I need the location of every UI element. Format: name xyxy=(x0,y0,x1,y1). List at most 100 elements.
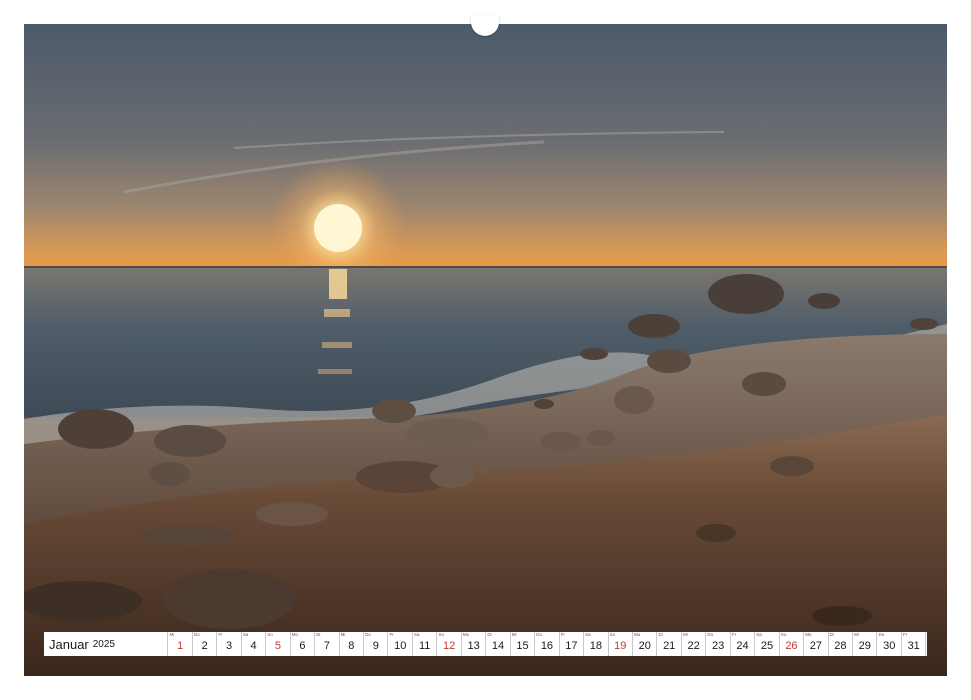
rock xyxy=(614,386,654,414)
rock xyxy=(163,569,295,629)
day-cell: So 19 xyxy=(609,632,633,656)
weekday-label: Mo xyxy=(291,632,299,637)
day-cell: Fr 10 xyxy=(389,632,413,656)
day-number: 31 xyxy=(907,640,920,652)
day-cell: Mi 15 xyxy=(511,632,536,656)
day-number: 14 xyxy=(491,640,505,652)
weekday-label: Di xyxy=(658,632,663,637)
day-number: 8 xyxy=(348,640,355,652)
rock xyxy=(141,526,237,546)
weekday-label: Mi xyxy=(854,632,859,637)
day-cell: Do 23 xyxy=(706,632,731,656)
day-number: 1 xyxy=(177,640,184,652)
day-cell: Di 14 xyxy=(486,632,511,656)
day-cell: Fr 17 xyxy=(560,632,585,656)
weekday-label: Mi xyxy=(340,632,346,637)
day-cell: Sa 25 xyxy=(755,632,780,656)
calendar-strip: Januar 2025 Mi 1 Do 2 Fr 3 Sa 4 So 5 Mo 6 Di 7 Mi 8 Do 9 F… xyxy=(44,632,927,656)
day-number: 16 xyxy=(540,640,554,652)
rock xyxy=(405,418,489,450)
weekday-label: So xyxy=(780,632,787,637)
day-cell: Di 28 xyxy=(829,632,854,656)
sun-reflection xyxy=(324,309,350,317)
rock xyxy=(742,372,786,396)
day-number: 20 xyxy=(638,640,651,652)
weekday-label: Do xyxy=(707,632,714,637)
day-cell: Mo 13 xyxy=(462,632,487,656)
weekday-label: Do xyxy=(878,632,885,637)
day-cell: Fr 31 xyxy=(902,632,927,656)
day-number: 23 xyxy=(711,640,725,652)
rock xyxy=(587,430,615,446)
rock xyxy=(541,432,581,452)
day-cell: Do 9 xyxy=(364,632,389,656)
weekday-label: So xyxy=(267,632,273,637)
sun-reflection xyxy=(329,269,347,299)
weekday-label: Sa xyxy=(756,632,762,637)
month-label: Januar 2025 xyxy=(44,632,168,656)
day-number: 12 xyxy=(443,640,456,652)
day-number: 4 xyxy=(250,640,257,652)
day-cell: Sa 11 xyxy=(413,632,438,656)
day-cell: Sa 4 xyxy=(242,632,267,656)
rock xyxy=(430,464,474,488)
rock xyxy=(647,349,691,373)
sun-reflection xyxy=(322,342,352,348)
day-cell: So 26 xyxy=(780,632,805,656)
sun-reflection xyxy=(318,369,352,374)
day-number: 19 xyxy=(614,640,627,652)
day-number: 5 xyxy=(274,640,282,652)
day-cell: Mo 6 xyxy=(291,632,316,656)
weekday-label: Mo xyxy=(462,632,470,637)
month-name: Januar xyxy=(49,636,89,652)
day-number: 22 xyxy=(687,640,700,652)
weekday-label: Sa xyxy=(242,632,249,637)
weekday-label: Fr xyxy=(903,632,908,637)
day-cell: Mi 1 xyxy=(169,632,193,656)
rock xyxy=(150,462,190,486)
day-cell: Mi 22 xyxy=(682,632,707,656)
rock xyxy=(256,502,328,526)
day-cell: Mi 8 xyxy=(340,632,365,656)
day-cell: Di 21 xyxy=(658,632,682,656)
weekday-label: So xyxy=(438,632,444,637)
day-cell: Mo 27 xyxy=(804,632,829,656)
day-number: 25 xyxy=(760,640,774,652)
day-number: 2 xyxy=(201,640,208,652)
day-number: 17 xyxy=(565,640,578,652)
rock xyxy=(58,409,134,449)
weekday-label: Mo xyxy=(805,632,812,637)
day-cell: Fr 3 xyxy=(217,632,242,656)
day-number: 27 xyxy=(809,640,822,652)
day-number: 10 xyxy=(394,640,407,652)
rock xyxy=(696,524,736,542)
day-cell: Do 2 xyxy=(193,632,218,656)
rock xyxy=(812,606,872,626)
rock xyxy=(770,456,814,476)
weekday-label: Di xyxy=(829,632,834,637)
day-cell: Fr 24 xyxy=(731,632,756,656)
day-cell: So 5 xyxy=(266,632,291,656)
day-number: 3 xyxy=(226,640,233,652)
day-number: 18 xyxy=(589,640,602,652)
weekday-label: Mi xyxy=(169,632,175,637)
rock xyxy=(580,348,608,360)
weekday-label: Mo xyxy=(634,632,641,637)
weekday-label: Sa xyxy=(585,632,591,637)
rock xyxy=(372,399,416,423)
weekday-label: Fr xyxy=(389,632,394,637)
weekday-label: Fr xyxy=(218,632,223,637)
rock xyxy=(708,274,784,314)
day-cell: Mi 29 xyxy=(853,632,878,656)
day-number: 30 xyxy=(883,640,896,652)
weekday-label: So xyxy=(609,632,616,637)
photo-scene xyxy=(24,131,947,676)
day-number: 9 xyxy=(372,640,379,652)
sun xyxy=(314,204,362,252)
weekday-label: Di xyxy=(316,632,321,637)
day-number: 24 xyxy=(736,640,749,652)
month-year: 2025 xyxy=(92,638,115,650)
weekday-label: Do xyxy=(365,632,371,637)
rock xyxy=(628,314,680,338)
day-number: 13 xyxy=(467,640,480,652)
